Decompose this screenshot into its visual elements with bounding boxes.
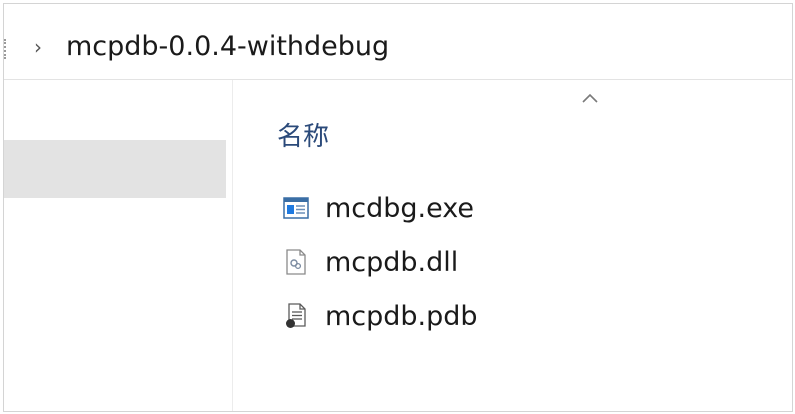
- dll-file-icon: [283, 249, 309, 275]
- exe-file-icon: [283, 195, 309, 221]
- sort-ascending-icon[interactable]: [581, 92, 599, 104]
- file-name: mcpdb.pdb: [325, 300, 478, 332]
- file-row-mcdbg-exe[interactable]: mcdbg.exe: [283, 186, 474, 230]
- toolbar-strip: [4, 4, 792, 24]
- address-bar[interactable]: › mcpdb-0.0.4-withdebug: [4, 23, 792, 80]
- file-list-pane: 名称 mcdbg.exe mcpdb.dll mcpdb.pdb: [233, 80, 792, 411]
- column-header-name[interactable]: 名称: [277, 116, 329, 153]
- file-name: mcdbg.exe: [325, 192, 475, 224]
- breadcrumb-current-folder[interactable]: mcpdb-0.0.4-withdebug: [66, 31, 389, 62]
- nav-selected-item[interactable]: [4, 140, 226, 198]
- file-row-mcpdb-pdb[interactable]: mcpdb.pdb: [283, 294, 478, 338]
- pdb-file-icon: [283, 303, 309, 329]
- address-bar-edge: [4, 39, 10, 59]
- file-row-mcpdb-dll[interactable]: mcpdb.dll: [283, 240, 458, 284]
- file-explorer-window: › mcpdb-0.0.4-withdebug 名称 mcdbg.exe mcp…: [3, 3, 793, 412]
- navigation-pane: [4, 80, 233, 411]
- file-name: mcpdb.dll: [325, 246, 459, 278]
- breadcrumb-chevron-icon[interactable]: ›: [34, 35, 42, 59]
